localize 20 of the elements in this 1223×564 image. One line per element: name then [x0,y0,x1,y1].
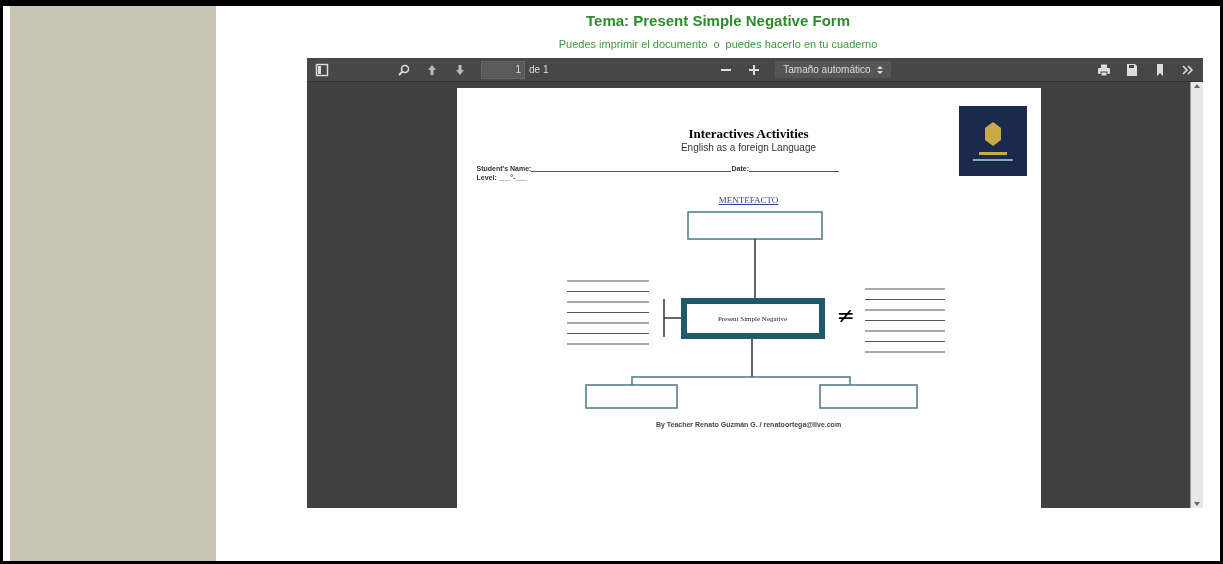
print-icon[interactable] [1097,62,1111,77]
page-count: de 1 [529,64,549,75]
scroll-down-icon[interactable] [1193,500,1201,508]
sidebar-toggle-icon[interactable] [315,62,329,77]
double-chevron-icon[interactable] [1181,62,1195,77]
diagram-title: MENTEFACTO [718,195,779,205]
updown-caret-icon [876,65,883,74]
document-title: Interactives Activities [688,126,809,142]
page-number-field[interactable]: 1 [481,60,525,79]
zoom-in-icon[interactable] [747,62,762,77]
down-arrow-icon[interactable] [453,62,467,77]
not-equal-sign: ≠ [836,305,855,327]
document-subtitle: English as a foreign Language [680,142,817,153]
save-icon[interactable] [1125,62,1139,77]
page-title: Tema: Present Simple Negative Form [586,12,850,29]
search-icon[interactable] [397,62,411,77]
scroll-bar[interactable] [1190,82,1203,508]
academy-logo-icon [958,106,1027,176]
instruction-text: Puedes imprimir el documento o puedes hacerlo en tu cuaderno [558,38,878,50]
zoom-select[interactable]: Tamaño automático [775,61,891,78]
